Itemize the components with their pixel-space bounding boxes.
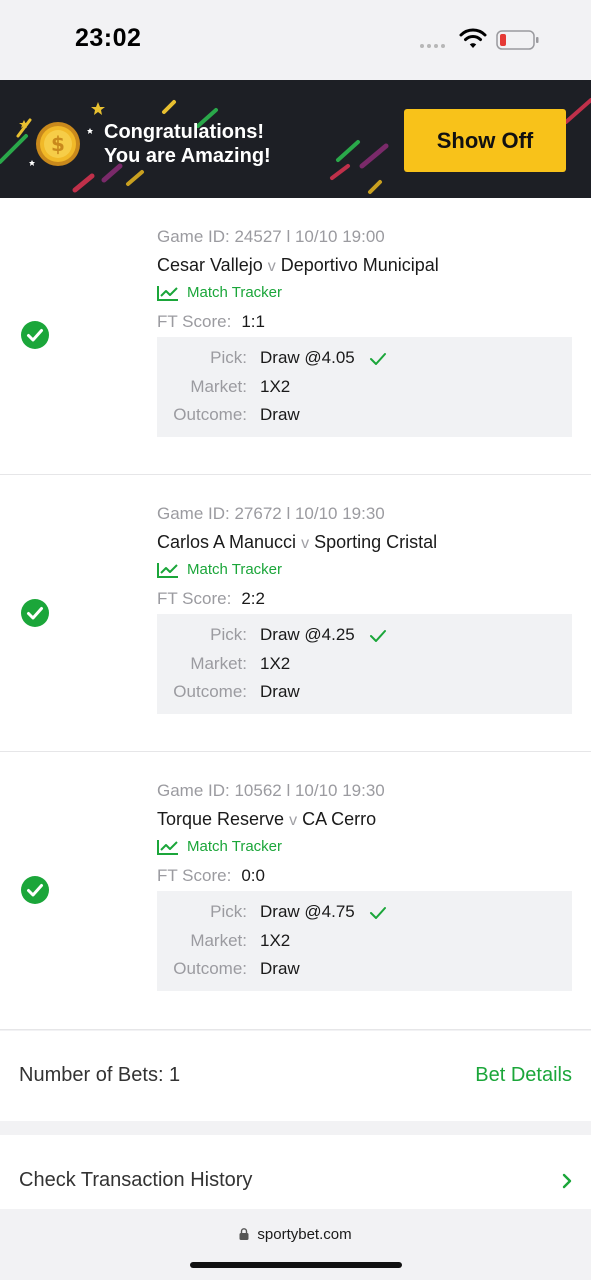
- bet-card: Game ID: 27672 l 10/10 19:30 Carlos A Man…: [0, 475, 591, 752]
- outcome-row: Outcome: Draw: [157, 682, 300, 702]
- url-display[interactable]: sportybet.com: [0, 1226, 591, 1243]
- ft-score-row: FT Score: 2:2: [157, 589, 265, 609]
- market-row: Market: 1X2: [157, 654, 290, 674]
- ft-score-row: FT Score: 1:1: [157, 312, 265, 332]
- ft-score-value: 1:1: [241, 312, 265, 331]
- outcome-label: Outcome:: [173, 959, 247, 978]
- wifi-icon: [459, 28, 487, 48]
- pick-check-icon: [369, 352, 386, 365]
- ft-score-label: FT Score:: [157, 866, 232, 885]
- outcome-label: Outcome:: [173, 405, 247, 424]
- url-text: sportybet.com: [257, 1226, 352, 1243]
- banner-message: Congratulations! You are Amazing!: [104, 120, 271, 168]
- congratulations-banner: $ Congratulations! You are Amazing! Show…: [0, 80, 591, 198]
- won-check-icon: [21, 599, 49, 627]
- market-value: 1X2: [260, 654, 291, 673]
- pick-check-icon: [369, 629, 386, 642]
- number-of-bets: Number of Bets: 1: [19, 1064, 181, 1086]
- banner-line-1: Congratulations!: [104, 121, 264, 143]
- ft-score-value: 2:2: [241, 589, 265, 608]
- versus-separator: v: [301, 535, 310, 552]
- chart-line-icon: [157, 562, 178, 578]
- market-value: 1X2: [260, 377, 291, 396]
- game-info: Game ID: 27672 l 10/10 19:30: [157, 504, 385, 523]
- transaction-history-label: Check Transaction History: [19, 1169, 253, 1191]
- pick-check-icon: [369, 906, 386, 919]
- bet-card: Game ID: 24527 l 10/10 19:00 Cesar Vallej…: [0, 198, 591, 475]
- pick-value: Draw @4.05: [260, 348, 355, 367]
- home-indicator[interactable]: [190, 1262, 402, 1268]
- ft-score-value: 0:0: [241, 866, 265, 885]
- pick-row: Pick: Draw @4.75: [157, 902, 387, 922]
- match-teams[interactable]: Torque Reserve v CA Cerro: [157, 809, 376, 830]
- ft-score-label: FT Score:: [157, 312, 232, 331]
- banner-line-2: You are Amazing!: [104, 145, 271, 167]
- pick-value: Draw @4.75: [260, 902, 355, 921]
- status-bar: 23:02: [0, 0, 591, 80]
- game-info: Game ID: 10562 l 10/10 19:30: [157, 781, 385, 800]
- away-team: Sporting Cristal: [314, 532, 438, 552]
- match-teams[interactable]: Cesar Vallejo v Deportivo Municipal: [157, 255, 439, 276]
- match-teams[interactable]: Carlos A Manucci v Sporting Cristal: [157, 532, 437, 553]
- match-tracker-link[interactable]: Match Tracker: [157, 561, 282, 578]
- outcome-row: Outcome: Draw: [157, 959, 300, 979]
- ft-score-row: FT Score: 0:0: [157, 866, 265, 886]
- home-team: Torque Reserve: [157, 809, 285, 829]
- pick-label: Pick:: [210, 625, 247, 644]
- versus-separator: v: [289, 812, 298, 829]
- chart-line-icon: [157, 839, 178, 855]
- pick-row: Pick: Draw @4.25: [157, 625, 387, 645]
- versus-separator: v: [267, 258, 276, 275]
- browser-url-bar: sportybet.com: [0, 1209, 591, 1280]
- match-tracker-label: Match Tracker: [187, 561, 283, 578]
- show-off-button[interactable]: Show Off: [404, 109, 566, 172]
- pick-label: Pick:: [210, 348, 247, 367]
- outcome-value: Draw: [260, 959, 300, 978]
- outcome-label: Outcome:: [173, 682, 247, 701]
- home-team: Cesar Vallejo: [157, 255, 263, 275]
- market-row: Market: 1X2: [157, 377, 290, 397]
- coin-icon: $: [36, 122, 80, 166]
- outcome-value: Draw: [260, 405, 300, 424]
- pick-value: Draw @4.25: [260, 625, 355, 644]
- svg-text:$: $: [51, 132, 65, 156]
- bet-list: Game ID: 24527 l 10/10 19:00 Cesar Vallej…: [0, 198, 591, 1030]
- market-label: Market:: [190, 377, 247, 396]
- chevron-right-icon: [562, 1173, 572, 1189]
- match-tracker-label: Match Tracker: [187, 838, 283, 855]
- transaction-history-row[interactable]: Check Transaction History: [0, 1135, 591, 1209]
- bet-card: Game ID: 10562 l 10/10 19:30 Torque Reser…: [0, 752, 591, 1030]
- bet-details-link[interactable]: Bet Details: [475, 1064, 572, 1087]
- market-value: 1X2: [260, 931, 291, 950]
- market-label: Market:: [190, 654, 247, 673]
- pick-details: Pick: Draw @4.05 Market: 1X2 Outcome: Draw: [157, 337, 572, 437]
- signal-icon: [420, 44, 450, 48]
- home-team: Carlos A Manucci: [157, 532, 297, 552]
- match-tracker-link[interactable]: Match Tracker: [157, 838, 282, 855]
- lock-icon: [239, 1228, 249, 1240]
- battery-icon: [496, 30, 539, 50]
- pick-details: Pick: Draw @4.75 Market: 1X2 Outcome: Draw: [157, 891, 572, 991]
- won-check-icon: [21, 321, 49, 349]
- won-check-icon: [21, 876, 49, 904]
- match-tracker-label: Match Tracker: [187, 284, 283, 301]
- outcome-value: Draw: [260, 682, 300, 701]
- bet-summary: Number of Bets: 1 Bet Details: [0, 1031, 591, 1121]
- chart-line-icon: [157, 285, 178, 301]
- match-tracker-link[interactable]: Match Tracker: [157, 284, 282, 301]
- market-label: Market:: [190, 931, 247, 950]
- away-team: CA Cerro: [302, 809, 377, 829]
- game-info: Game ID: 24527 l 10/10 19:00: [157, 227, 385, 246]
- ft-score-label: FT Score:: [157, 589, 232, 608]
- clock: 23:02: [75, 24, 142, 52]
- market-row: Market: 1X2: [157, 931, 290, 951]
- outcome-row: Outcome: Draw: [157, 405, 300, 425]
- away-team: Deportivo Municipal: [280, 255, 439, 275]
- pick-details: Pick: Draw @4.25 Market: 1X2 Outcome: Draw: [157, 614, 572, 714]
- pick-row: Pick: Draw @4.05: [157, 348, 387, 368]
- pick-label: Pick:: [210, 902, 247, 921]
